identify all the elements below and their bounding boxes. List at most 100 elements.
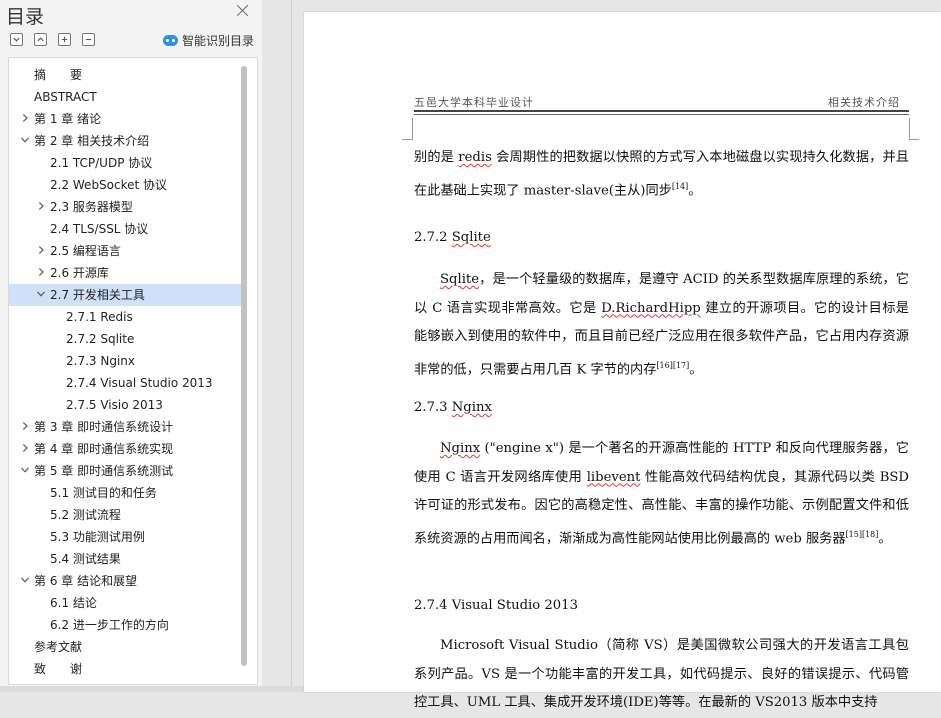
toc-item-label: 第 2 章 相关技术介绍 (34, 134, 150, 148)
chevron-down-icon[interactable] (20, 465, 30, 475)
toc-item[interactable]: 2.7.5 Visio 2013 (9, 394, 241, 416)
page-header-left: 五邑大学本科毕业设计 (414, 96, 534, 109)
chevron-up-icon (37, 37, 44, 42)
toc-item-label: 2.4 TLS/SSL 协议 (50, 222, 149, 236)
toc-item[interactable]: 摘 要 (9, 64, 241, 86)
chevron-down-icon (13, 37, 20, 42)
toc-item[interactable]: 6.1 结论 (9, 592, 241, 614)
toc-item-label: 2.7.1 Redis (66, 310, 133, 324)
toc-item[interactable]: 第 1 章 绪论 (9, 108, 241, 130)
toc-item[interactable]: 2.7 开发相关工具 (9, 284, 241, 306)
toc-item[interactable]: 2.4 TLS/SSL 协议 (9, 218, 241, 240)
toc-title: 目录 (6, 6, 45, 28)
toc-item[interactable]: ABSTRACT (9, 86, 241, 108)
toc-item-label: 第 6 章 结论和展望 (34, 574, 138, 588)
plus-icon (61, 36, 68, 43)
section-heading-2-7-2[interactable]: 2.7.2 Sqlite (414, 230, 491, 245)
toc-item-label: 第 4 章 即时通信系统实现 (34, 442, 174, 456)
toc-panel: 目录 智能识别目录 摘 要 ABSTRACT 第 1 章 绪论第 2 章 相关技术介… (0, 0, 262, 692)
section-heading-2-7-4[interactable]: 2.7.4 Visual Studio 2013 (414, 598, 578, 613)
toc-item[interactable]: 第 5 章 即时通信系统测试 (9, 460, 241, 482)
document-page: 五邑大学本科毕业设计 相关技术介绍 别的是 redis 会周期性的把数据以快照的… (304, 12, 941, 710)
toc-item[interactable]: 第 2 章 相关技术介绍 (9, 130, 241, 152)
corner-mark-right (909, 139, 919, 140)
chevron-down-icon[interactable] (36, 289, 46, 299)
ai-robot-icon (163, 35, 178, 46)
toc-item-label: 2.1 TCP/UDP 协议 (50, 156, 153, 170)
toc-item[interactable]: 第 6 章 结论和展望 (9, 570, 241, 592)
toc-item-label: 2.7.3 Nginx (66, 354, 135, 368)
toc-item-label: 6.1 结论 (50, 596, 97, 610)
toc-item-label: 2.7.2 Sqlite (66, 332, 135, 346)
toc-item[interactable]: 2.6 开源库 (9, 262, 241, 284)
toc-toolbar (10, 33, 95, 46)
toc-item[interactable]: 2.7.3 Nginx (9, 350, 241, 372)
chevron-right-icon[interactable] (20, 421, 30, 431)
paragraph-nginx[interactable]: Nginx ("engine x") 是一个著名的开源高性能的 HTTP 和反向… (414, 435, 909, 553)
toc-list: 摘 要 ABSTRACT 第 1 章 绪论第 2 章 相关技术介绍 2.1 TCP/U… (9, 64, 241, 680)
toc-item-label: 第 3 章 即时通信系统设计 (34, 420, 174, 434)
toc-item-label: 第 5 章 即时通信系统测试 (34, 464, 174, 478)
corner-mark-left (402, 139, 412, 140)
toc-item-label: 第 1 章 绪论 (34, 112, 102, 126)
toc-item[interactable]: 5.1 测试目的和任务 (9, 482, 241, 504)
toc-item-label: 摘 要 (34, 68, 83, 82)
toc-list-container: 摘 要 ABSTRACT 第 1 章 绪论第 2 章 相关技术介绍 2.1 TCP/U… (8, 57, 258, 685)
chevron-down-icon[interactable] (20, 135, 30, 145)
chevron-right-icon[interactable] (36, 245, 46, 255)
margin-mark-left (412, 118, 413, 140)
toc-scrollbar[interactable] (241, 66, 247, 666)
toc-item-label: 5.3 功能测试用例 (50, 530, 145, 544)
toc-item[interactable]: 2.3 服务器模型 (9, 196, 241, 218)
toc-item-label: 2.6 开源库 (50, 266, 109, 280)
toc-item[interactable]: 参考文献 (9, 636, 241, 658)
add-heading-button[interactable] (58, 33, 71, 46)
toc-item[interactable]: 第 4 章 即时通信系统实现 (9, 438, 241, 460)
smart-recognize-toc-button[interactable]: 智能识别目录 (163, 32, 254, 49)
expand-all-button[interactable] (10, 33, 23, 46)
toc-item-label: 5.1 测试目的和任务 (50, 486, 157, 500)
toc-item-label: 5.4 测试结果 (50, 552, 121, 566)
header-rule-thin (414, 114, 909, 115)
toc-item[interactable]: 第 3 章 即时通信系统设计 (9, 416, 241, 438)
toc-item[interactable]: 2.5 编程语言 (9, 240, 241, 262)
chevron-right-icon[interactable] (36, 201, 46, 211)
chevron-right-icon[interactable] (20, 443, 30, 453)
toc-item-label: 2.7.5 Visio 2013 (66, 398, 163, 412)
toc-item-label: ABSTRACT (34, 90, 97, 104)
toc-item-label: 5.2 测试流程 (50, 508, 121, 522)
toc-item[interactable]: 2.2 WebSocket 协议 (9, 174, 241, 196)
toc-item[interactable]: 2.7.1 Redis (9, 306, 241, 328)
toc-item-label: 2.3 服务器模型 (50, 200, 133, 214)
close-icon[interactable] (235, 3, 251, 19)
toc-item[interactable]: 2.7.2 Sqlite (9, 328, 241, 350)
collapse-all-button[interactable] (34, 33, 47, 46)
remove-heading-button[interactable] (82, 33, 95, 46)
margin-mark-right (909, 118, 910, 140)
toc-item-label: 致 谢 (34, 662, 83, 676)
section-heading-2-7-3[interactable]: 2.7.3 Nginx (414, 400, 492, 415)
toc-item-label: 2.5 编程语言 (50, 244, 121, 258)
toc-item[interactable]: 致 谢 (9, 658, 241, 680)
chevron-right-icon[interactable] (36, 267, 46, 277)
toc-item[interactable]: 5.2 测试流程 (9, 504, 241, 526)
paragraph-sqlite[interactable]: Sqlite，是一个轻量级的数据库，是遵守 ACID 的关系型数据库原理的系统，… (414, 266, 909, 384)
toc-item[interactable]: 2.7.4 Visual Studio 2013 (9, 372, 241, 394)
smart-recognize-label: 智能识别目录 (182, 34, 255, 48)
toc-item[interactable]: 5.4 测试结果 (9, 548, 241, 570)
toc-item[interactable]: 5.3 功能测试用例 (9, 526, 241, 548)
chevron-right-icon[interactable] (20, 113, 30, 123)
toc-item-label: 2.2 WebSocket 协议 (50, 178, 168, 192)
toc-item[interactable]: 6.2 进一步工作的方向 (9, 614, 241, 636)
toc-item[interactable]: 2.1 TCP/UDP 协议 (9, 152, 241, 174)
page-header-right: 相关技术介绍 (828, 96, 900, 109)
minus-icon (85, 38, 92, 41)
toc-item-label: 2.7 开发相关工具 (50, 288, 145, 302)
toc-item-label: 6.2 进一步工作的方向 (50, 618, 169, 632)
paragraph-visual-studio[interactable]: Microsoft Visual Studio（简称 VS）是美国微软公司强大的… (414, 632, 909, 718)
toc-item-label: 2.7.4 Visual Studio 2013 (66, 376, 213, 390)
chevron-down-icon[interactable] (20, 575, 30, 585)
header-rule (414, 110, 909, 112)
pane-divider[interactable] (291, 0, 292, 692)
paragraph-redis[interactable]: 别的是 redis 会周期性的把数据以快照的方式写入本地磁盘以实现持久化数据，并… (414, 144, 909, 205)
